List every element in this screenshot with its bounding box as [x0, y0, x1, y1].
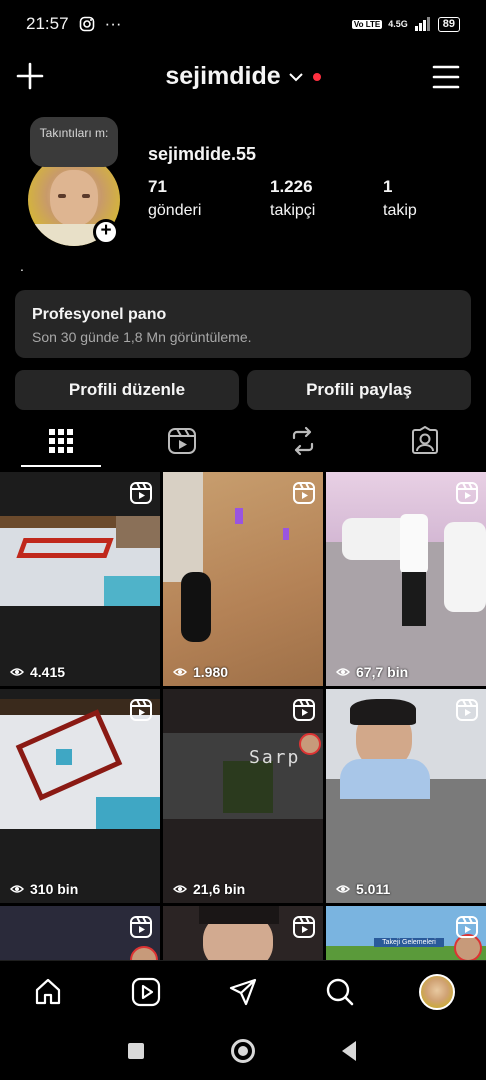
home-button[interactable]: [231, 1039, 255, 1063]
grid-post-4[interactable]: 310 bin: [0, 689, 160, 903]
status-time: 21:57: [26, 14, 69, 33]
professional-dashboard[interactable]: Profesyonel pano Son 30 günde 1,8 Mn gör…: [15, 290, 471, 358]
following-count: 1: [383, 177, 393, 196]
overlay-text-sarp: Sarp: [249, 747, 301, 768]
eye-icon: [173, 668, 187, 676]
hamburger-menu-icon[interactable]: [432, 64, 460, 90]
eye-icon: [336, 668, 350, 676]
send-icon[interactable]: [228, 977, 258, 1007]
tab-reels-icon[interactable]: [167, 426, 197, 456]
grid-post-5[interactable]: Sarp 21,6 bin: [163, 689, 323, 903]
posts-stat[interactable]: 71 gönderi: [148, 177, 201, 220]
overlay-text-takeji: Takeji Gelemeleri: [374, 938, 444, 947]
profile-bio: .: [20, 258, 24, 274]
avatar-face: [50, 170, 98, 226]
view-count: 4.415: [10, 664, 65, 680]
view-count: 21,6 bin: [173, 881, 245, 897]
reel-badge-icon: [130, 916, 152, 938]
view-count: 1.980: [173, 664, 228, 680]
active-tab-indicator: [21, 465, 101, 467]
grid-post-9[interactable]: Takeji Gelemeleri: [326, 906, 486, 960]
signal-icon: [414, 17, 430, 31]
reel-badge-icon: [130, 482, 152, 504]
reel-badge-icon: [293, 482, 315, 504]
search-icon[interactable]: [325, 977, 355, 1007]
profile-username: sejimdide.55: [148, 144, 257, 164]
profile-nav-avatar[interactable]: [419, 974, 455, 1010]
network-type: 4.5G: [388, 19, 408, 29]
add-story-button[interactable]: +: [93, 219, 119, 245]
eye-icon: [10, 668, 24, 676]
posts-grid: 4.415 1.980 67,7 bin 310 bin Sarp 21,6 b…: [0, 472, 486, 960]
profile-tabs: [0, 418, 486, 470]
tab-grid-icon[interactable]: [46, 426, 76, 456]
pro-panel-subtitle: Son 30 günde 1,8 Mn görüntüleme.: [32, 329, 252, 345]
tab-reposts-icon[interactable]: [288, 426, 318, 456]
followers-label: takipçi: [270, 202, 316, 219]
system-navigation: [0, 1022, 486, 1080]
battery-indicator: 89: [437, 16, 460, 32]
status-bar: 21:57 ··· Vo LTE 4.5G 89: [0, 0, 486, 48]
reel-badge-icon: [293, 699, 315, 721]
account-name: sejimdide: [165, 62, 281, 90]
tab-tagged-icon[interactable]: [410, 426, 440, 456]
posts-label: gönderi: [148, 202, 202, 219]
back-button[interactable]: [340, 1040, 358, 1062]
grid-post-7[interactable]: [0, 906, 160, 960]
view-count: 67,7 bin: [336, 664, 408, 680]
view-count: 310 bin: [10, 881, 78, 897]
eye-icon: [336, 885, 350, 893]
followers-count: 1.226: [270, 177, 313, 196]
bottom-navigation: [0, 960, 486, 1022]
posts-count: 71: [148, 177, 167, 196]
following-stat[interactable]: 1 takip: [383, 177, 417, 220]
share-profile-button[interactable]: Profili paylaş: [247, 370, 471, 410]
grid-post-2[interactable]: 1.980: [163, 472, 323, 686]
eye-icon: [10, 885, 24, 893]
recent-apps-button[interactable]: [128, 1043, 144, 1059]
following-label: takip: [383, 202, 417, 219]
reel-badge-icon: [130, 699, 152, 721]
reel-badge-icon: [456, 699, 478, 721]
reels-nav-icon[interactable]: [131, 977, 161, 1007]
eye-icon: [173, 885, 187, 893]
grid-post-1[interactable]: 4.415: [0, 472, 160, 686]
note-text: Takıntıları m:: [39, 126, 109, 140]
instagram-notification-icon: [79, 16, 94, 32]
grid-post-8[interactable]: [163, 906, 323, 960]
pro-panel-title: Profesyonel pano: [32, 306, 167, 323]
profile-header: sejimdide: [0, 52, 486, 104]
status-more-icon: ···: [104, 14, 122, 33]
grid-post-3[interactable]: 67,7 bin: [326, 472, 486, 686]
followers-stat[interactable]: 1.226 takipçi: [270, 177, 315, 220]
reel-badge-icon: [456, 916, 478, 938]
volte-badge: Vo LTE: [351, 19, 383, 29]
reel-badge-icon: [293, 916, 315, 938]
reel-badge-icon: [456, 482, 478, 504]
view-count: 5.011: [336, 881, 390, 897]
grid-post-6[interactable]: 5.011: [326, 689, 486, 903]
note-bubble[interactable]: Takıntıları m:: [30, 117, 118, 167]
account-switcher[interactable]: sejimdide: [0, 62, 486, 91]
edit-profile-button[interactable]: Profili düzenle: [15, 370, 239, 410]
home-icon[interactable]: [33, 977, 63, 1007]
chevron-down-icon: [288, 72, 303, 81]
notification-dot: [312, 72, 321, 81]
